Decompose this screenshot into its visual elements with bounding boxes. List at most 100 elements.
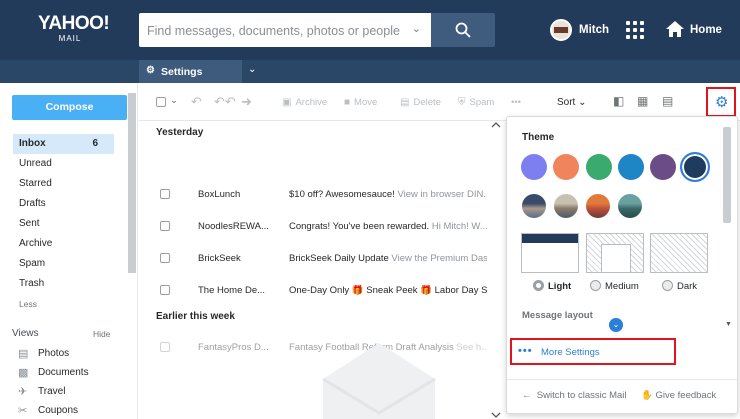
sender: BoxLunch [198,189,241,200]
theme-photo-swatch[interactable] [586,194,610,218]
sidebar-item-starred[interactable]: Starred [13,174,114,194]
notepad-icon[interactable]: ▤ [662,94,673,108]
layout-medium-preview[interactable] [586,233,644,273]
table-row[interactable]: The Home De... One-Day Only 🎁 Sneak Peek… [139,276,504,304]
sidebar-scrollbar[interactable] [128,93,136,273]
sidebar-item-archive[interactable]: Archive [13,234,114,254]
home-icon[interactable] [665,20,685,38]
more-actions-button[interactable]: ••• [511,97,521,108]
apps-grid-icon[interactable] [626,21,644,39]
theme-swatch[interactable] [586,154,612,180]
trash-icon: ▤ [400,97,410,108]
subject-line: $10 off? Awesomesauce! View in browser D… [289,189,487,200]
reply-icon[interactable]: ↶ [191,94,202,110]
list-scrollbar[interactable] [491,121,501,419]
theme-photo-swatch[interactable] [522,194,546,218]
switch-classic-button[interactable]: ← Switch to classic Mail [522,390,627,401]
spam-label: Spam [469,97,495,108]
yahoo-mail-logo[interactable]: YAHOO! MAIL [38,14,110,44]
message-layout-heading: Message layout [522,310,593,321]
username[interactable]: Mitch [579,24,609,36]
theme-photo-swatch[interactable] [618,194,642,218]
panel-scrollbar[interactable] [723,127,731,223]
sidebar-item-drafts[interactable]: Drafts [13,194,114,214]
radio-light[interactable] [533,280,544,291]
calendar-icon[interactable]: ▦ [637,94,648,108]
expand-chevron-icon[interactable]: ⌄ [609,318,623,332]
more-settings-label: More Settings [541,347,600,358]
sidebar-item-label: Spam [19,258,46,269]
select-all-checkbox[interactable] [156,97,166,107]
radio-dark[interactable] [662,280,673,291]
unread-count-badge: 6 [92,138,98,149]
subject-line: One-Day Only 🎁 Sneak Peek 🎁 Labor Day Sa… [289,285,487,296]
move-button[interactable]: ■ Move [344,97,377,108]
sidebar-item-unread[interactable]: Unread [13,154,114,174]
chevron-down-icon[interactable]: ⌄ [412,22,421,35]
sidebar-item-trash[interactable]: Trash [13,274,114,294]
view-item-label: Photos [38,348,70,359]
settings-gear-button[interactable]: ⚙ [706,87,736,117]
sidebar-item-sent[interactable]: Sent [13,214,114,234]
table-row[interactable]: BoxLunch $10 off? Awesomesauce! View in … [139,180,504,208]
reply-all-icon[interactable]: ↶↶ [214,94,236,110]
give-feedback-label: Give feedback [655,390,717,401]
sidebar-item-spam[interactable]: Spam [13,254,114,274]
table-row[interactable]: BrickSeek BrickSeek Daily Update View th… [139,244,504,272]
theme-photo-swatch[interactable] [554,194,578,218]
scroll-down-arrow-icon[interactable]: ▼ [725,321,732,328]
avatar[interactable] [550,19,572,41]
sidebar-item-label: Starred [19,178,52,189]
view-item-coupons[interactable]: ✂ Coupons [18,402,128,419]
archive-button[interactable]: ▣ Archive [282,97,327,108]
tab-settings-label: Settings [161,66,203,78]
delete-button[interactable]: ▤ Delete [400,97,441,108]
settings-panel: Theme Light Medium Dark Message layout ⌄… [506,116,738,414]
subject-line: BrickSeek Daily Update View the Premium … [289,253,487,264]
subject: BrickSeek Daily Update [289,253,389,264]
search-icon [455,22,471,38]
row-checkbox[interactable] [160,253,170,263]
panel-footer: ← Switch to classic Mail ✋ Give feedback [507,379,737,415]
search-input[interactable]: Find messages, documents, photos or peop… [139,13,431,47]
views-hide-link[interactable]: Hide [93,329,110,339]
home-link[interactable]: Home [690,24,722,36]
arrow-left-icon: ← [522,390,532,401]
theme-swatch[interactable] [553,154,579,180]
theme-swatch[interactable] [618,154,644,180]
view-item-photos[interactable]: ▤ Photos [18,345,128,363]
theme-swatch[interactable] [521,154,547,180]
more-settings-button[interactable]: ••• More Settings [510,338,676,365]
less-toggle[interactable]: Less [19,299,37,309]
select-dropdown-icon[interactable]: ⌄ [170,95,178,106]
row-checkbox[interactable] [160,342,170,352]
layout-dark-preview[interactable] [650,233,708,273]
sort-button[interactable]: Sort ⌄ [557,97,587,108]
sidebar-item-label: Unread [19,158,52,169]
reading-pane-icon[interactable]: ◧ [613,94,624,108]
archive-label: Archive [295,97,328,108]
compose-button[interactable]: Compose [12,95,127,120]
sidebar-item-inbox[interactable]: Inbox 6 [13,134,114,154]
sidebar: Compose Inbox 6 Unread Starred Drafts Se… [0,83,138,419]
search-button[interactable] [431,13,495,47]
row-checkbox[interactable] [160,285,170,295]
row-checkbox[interactable] [160,189,170,199]
theme-swatch-selected[interactable] [680,152,710,182]
row-checkbox[interactable] [160,221,170,231]
gear-icon: ⚙ [715,94,729,111]
view-item-documents[interactable]: ▩ Documents [18,364,128,382]
scissors-icon: ✂ [18,405,28,417]
table-row[interactable]: NoodlesREWA... Congrats! You've been rew… [139,212,504,240]
tab-settings[interactable]: ⚙ Settings [139,60,242,83]
layout-light-preview[interactable] [521,233,579,273]
view-item-travel[interactable]: ✈ Travel [18,383,128,401]
give-feedback-button[interactable]: ✋ Give feedback [641,390,716,401]
gear-icon: ⚙ [146,65,155,76]
chevron-down-icon: ⌄ [578,97,587,108]
tabs-dropdown-icon[interactable]: ⌄ [248,64,256,75]
theme-swatch[interactable] [650,154,676,180]
spam-button[interactable]: ⛨ Spam [458,97,494,108]
forward-icon[interactable]: ➜ [241,94,252,110]
radio-medium[interactable] [590,280,601,291]
